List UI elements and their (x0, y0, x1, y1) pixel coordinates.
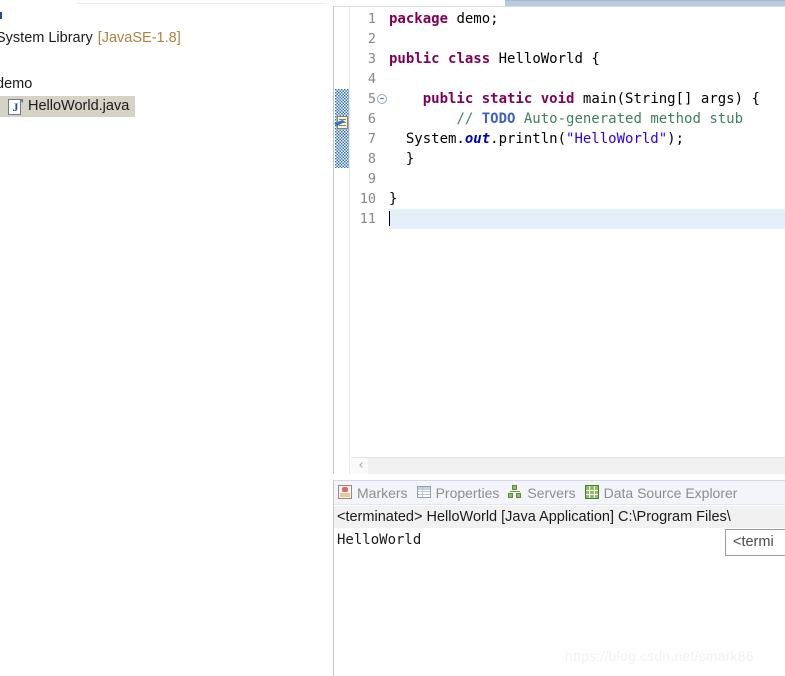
code-line[interactable] (389, 209, 785, 229)
code-token: } (389, 151, 415, 167)
code-folding-ruler[interactable] (376, 7, 389, 474)
code-token: void (540, 91, 575, 107)
tab-properties[interactable]: Properties (413, 481, 505, 504)
tree-item-jre-system-library[interactable]: System Library [JavaSE-1.8] (0, 28, 181, 49)
code-token: main(String[] args) { (574, 91, 760, 107)
right-column: 1 2 3 4 5 6 7 8 9 10 11 package demo; public class … (333, 0, 785, 676)
tree-item-suffix: [JavaSE-1.8] (97, 30, 181, 46)
line-number: 7 (367, 131, 376, 147)
line-number: 11 (359, 211, 376, 227)
code-text-area[interactable]: package demo; public class HelloWorld { p… (389, 7, 785, 474)
tree-expander-clipped-icon (0, 12, 2, 19)
view-tab-bar[interactable]: Markers Properties Servers Data Source E… (334, 480, 785, 505)
code-line[interactable] (389, 29, 785, 49)
code-line[interactable]: } (389, 149, 785, 169)
tab-label: Data Source Explorer (603, 484, 738, 501)
text-caret (389, 211, 390, 226)
fold-collapse-icon[interactable] (377, 94, 387, 104)
code-token: HelloWorld { (490, 51, 600, 67)
scroll-left-arrow-icon[interactable]: ‹ (353, 458, 369, 474)
tab-data-source-explorer[interactable]: Data Source Explorer (581, 481, 743, 504)
panel-divider (76, 3, 326, 4)
code-token: package (389, 11, 449, 27)
line-number: 1 (367, 11, 376, 27)
tab-label: Markers (357, 484, 408, 501)
code-token: out (464, 131, 491, 147)
java-source-editor[interactable]: 1 2 3 4 5 6 7 8 9 10 11 package demo; public class … (333, 6, 785, 474)
code-token: "HelloWorld" (566, 131, 668, 147)
tab-servers[interactable]: Servers (504, 481, 580, 504)
code-token: class (448, 51, 491, 67)
code-line[interactable]: public static void main(String[] args) { (389, 89, 785, 109)
code-line[interactable]: // TODO Auto-generated method stub (389, 109, 785, 129)
line-number: 8 (367, 151, 376, 167)
tree-item-demo-package[interactable]: demo (0, 74, 32, 95)
tree-item-label: System Library (0, 30, 93, 46)
code-token: // (456, 111, 482, 127)
code-token: System. (389, 131, 465, 147)
database-icon (584, 485, 600, 500)
code-line[interactable]: package demo; (389, 9, 785, 29)
line-number: 9 (367, 171, 376, 187)
code-line[interactable]: System.out.println("HelloWorld"); (389, 129, 785, 149)
code-token: demo; (448, 11, 499, 27)
tab-label: Properties (435, 484, 500, 501)
todo-task-icon[interactable] (334, 116, 349, 130)
code-line[interactable]: public class HelloWorld { (389, 49, 785, 69)
line-number: 5 (367, 91, 376, 107)
servers-icon (508, 485, 523, 500)
tree-item-helloworld-java[interactable]: J HelloWorld.java (0, 96, 136, 117)
editor-horizontal-scrollbar[interactable]: ‹ (351, 457, 785, 474)
tab-label: Servers (527, 484, 576, 501)
markers-icon (338, 485, 353, 500)
tree-item-label: demo (0, 76, 33, 92)
code-token: } (389, 191, 398, 207)
java-file-icon: J (8, 98, 23, 115)
line-number: 3 (367, 51, 376, 67)
line-number: 2 (367, 31, 376, 47)
properties-icon (416, 485, 432, 500)
package-explorer-view[interactable]: System Library [JavaSE-1.8] demo J Hello… (0, 0, 333, 676)
code-token: .println( (490, 131, 567, 147)
tree-item-label: HelloWorld.java (28, 98, 130, 114)
csdn-watermark: https://blog.csdn.net/smark86 (565, 648, 754, 664)
code-token: public (389, 51, 440, 67)
code-token: static (481, 91, 533, 107)
line-number: 4 (367, 71, 376, 87)
code-token: public (422, 91, 474, 107)
console-output-text: HelloWorld (337, 532, 422, 548)
code-token: ); (667, 131, 685, 147)
editor-marker-bar[interactable] (334, 7, 350, 474)
line-number-ruler: 1 2 3 4 5 6 7 8 9 10 11 (351, 7, 376, 474)
code-line[interactable]: } (389, 189, 785, 209)
code-line[interactable] (389, 169, 785, 189)
console-launch-label: <terminated> HelloWorld [Java Applicatio… (334, 506, 785, 528)
line-number: 6 (367, 111, 376, 127)
tab-markers[interactable]: Markers (334, 481, 413, 504)
code-line[interactable] (389, 69, 785, 89)
line-number: 10 (359, 191, 376, 207)
console-tooltip: <termi (725, 529, 785, 556)
bottom-view-stack: Markers Properties Servers Data Source E… (333, 480, 785, 676)
code-token: Auto-generated method stub (515, 111, 744, 127)
code-token: TODO (481, 111, 516, 127)
